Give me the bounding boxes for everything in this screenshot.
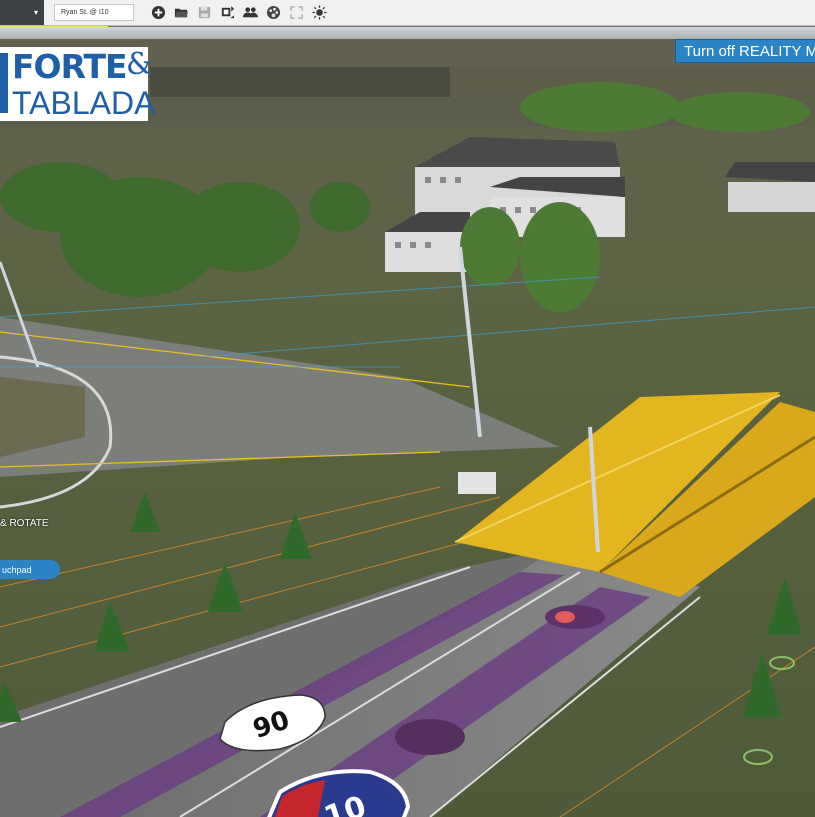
save-icon (198, 6, 210, 19)
fullscreen-button[interactable] (286, 3, 306, 23)
palette-icon (266, 5, 280, 20)
vehicle-shadow-2 (395, 719, 465, 755)
top-toolbar: ▾ Ryan St. @ I10 (0, 0, 815, 26)
touchpad-button[interactable]: uchpad (0, 560, 60, 579)
touchpad-label: uchpad (2, 564, 32, 575)
chevron-down-icon: ▾ (33, 8, 38, 17)
point-cloud-scene: 90 10 (0, 27, 815, 817)
work-truck (458, 472, 496, 494)
view-dropdown[interactable]: ▾ (0, 0, 44, 25)
logo-line2: TABLADA (12, 85, 156, 121)
location-selector[interactable]: Ryan St. @ I10 (54, 4, 134, 21)
navigation-hint: & ROTATE (0, 518, 49, 529)
palette-button[interactable] (263, 3, 283, 23)
company-logo: FORTE & TABLADA (0, 47, 155, 121)
reality-mesh-toggle-button[interactable]: Turn off REALITY M (675, 39, 815, 63)
fullscreen-icon (289, 5, 303, 20)
logo-ampersand: & (126, 47, 153, 82)
reality-mesh-toggle-label: Turn off REALITY M (684, 42, 815, 60)
location-label: Ryan St. @ I10 (61, 9, 109, 16)
users-button[interactable] (240, 3, 260, 23)
folder-open-icon (174, 8, 188, 18)
users-icon (242, 7, 258, 18)
layers-icon (221, 5, 234, 19)
add-icon (151, 5, 165, 20)
3d-viewport[interactable]: 90 10 (0, 27, 815, 817)
open-button[interactable] (171, 3, 191, 23)
logo-line1: FORTE (12, 47, 128, 86)
brightness-button[interactable] (309, 3, 329, 23)
distant-trees (150, 67, 450, 97)
vehicle (555, 611, 575, 623)
add-button[interactable] (148, 3, 168, 23)
brightness-icon (311, 5, 327, 20)
layers-button[interactable] (217, 3, 237, 23)
logo-mark (0, 53, 8, 113)
save-button[interactable] (194, 3, 214, 23)
